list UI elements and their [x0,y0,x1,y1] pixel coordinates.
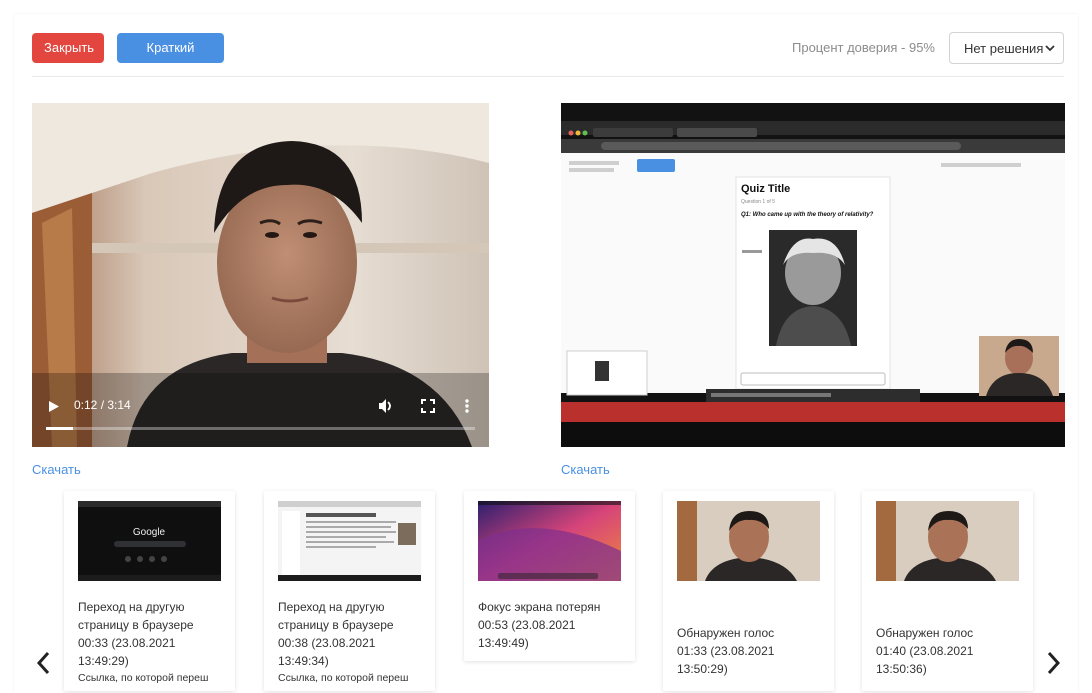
event-thumbnail [876,501,1019,581]
event-card[interactable]: Переход на другую страницу в браузере 00… [264,491,435,691]
event-time: 01:33 (23.08.2021 13:50:29) [677,644,775,676]
event-card[interactable]: Фокус экрана потерян 00:53 (23.08.2021 1… [464,491,635,661]
event-title: Фокус экрана потерян [478,600,601,614]
event-thumbnail [278,501,421,581]
decision-select-value: Нет решения [964,41,1044,56]
play-icon[interactable] [48,400,60,413]
quiz-title: Quiz Title [741,183,791,195]
event-thumbnail [478,501,621,581]
download-screen-link[interactable]: Скачать [561,462,610,477]
event-card[interactable]: Обнаружен голос 01:40 (23.08.2021 13:50:… [862,491,1033,691]
download-camera-link[interactable]: Скачать [32,462,81,477]
event-title: Обнаружен голос [677,626,775,640]
volume-icon[interactable] [378,398,394,414]
video-progress-fill [46,427,74,430]
event-title: Переход на другую страницу в браузере [78,600,194,632]
event-title: Обнаружен голос [876,626,974,640]
event-thumbnail [677,501,820,581]
video-progress-bar[interactable] [46,427,475,430]
screen-video-player[interactable] [561,103,1065,447]
event-detail: Ссылка, по которой переш [78,672,209,684]
event-title: Переход на другую страницу в браузере [278,600,394,632]
event-card[interactable]: Google Переход на другую страницу в брау… [64,491,235,691]
camera-video-frame [32,103,489,447]
confidence-text: Процент доверия - 95% [792,40,935,55]
decision-select[interactable]: Нет решения [949,32,1064,64]
fullscreen-icon[interactable] [421,399,435,413]
event-thumbnail: Google [78,501,221,581]
event-time: 00:33 (23.08.2021 13:49:29) [78,636,176,668]
event-card[interactable]: Обнаружен голос 01:33 (23.08.2021 13:50:… [663,491,834,691]
event-time: 01:40 (23.08.2021 13:50:36) [876,644,974,676]
chevron-left-icon[interactable] [33,648,55,678]
chevron-right-icon[interactable] [1042,648,1064,678]
toolbar-divider [32,76,1064,77]
quiz-question-counter: Question 1 of 5 [741,199,775,205]
more-icon[interactable] [464,398,470,414]
close-button[interactable]: Закрыть [32,33,104,63]
event-time: 00:38 (23.08.2021 13:49:34) [278,636,376,668]
screen-video-frame [561,103,1065,447]
chevron-down-icon [1045,45,1055,52]
event-detail: Ссылка, по которой переш [278,672,409,684]
video-time: 0:12 / 3:14 [74,398,131,412]
event-time: 00:53 (23.08.2021 13:49:49) [478,618,576,650]
camera-video-player[interactable] [32,103,489,447]
short-report-button[interactable]: Краткий отчет [117,33,224,85]
quiz-question: Q1: Who came up with the theory of relat… [741,212,874,218]
google-logo-text: Google [133,527,166,538]
